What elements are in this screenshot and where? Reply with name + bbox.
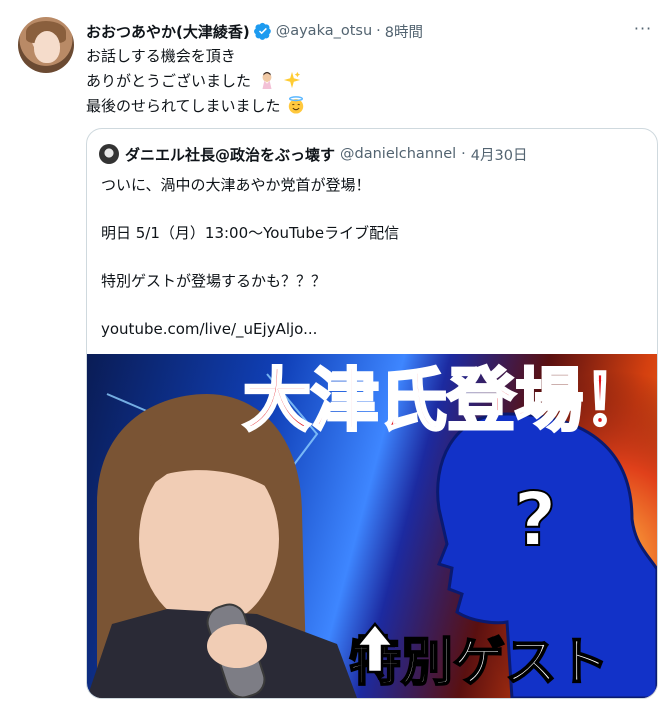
- sparkles-emoji: [283, 71, 300, 89]
- separator-dot: ·: [461, 146, 466, 162]
- quoted-link[interactable]: youtube.com/live/_uEjyAljo...: [101, 317, 641, 341]
- tweet-time[interactable]: 8時間: [385, 21, 423, 42]
- quoted-tweet-date: 4月30日: [470, 147, 528, 164]
- woman-hand: [207, 624, 267, 668]
- quoted-author-handle: @danielchannel: [340, 146, 457, 162]
- quoted-line-3: 特別ゲストが登場するかも？？？: [101, 272, 327, 290]
- quoted-tweet-header: ダニエル社長@政治をぶっ壊す @danielchannel · 4月30日: [99, 143, 527, 165]
- separator-dot: ·: [376, 23, 381, 39]
- smiling-halo-emoji: [289, 96, 304, 114]
- quoted-line-2: 明日 5/1（月）13:00〜YouTubeライブ配信: [101, 224, 400, 242]
- tweet[interactable]: おおつあやか(大津綾香) @ayaka_otsu · 8時間 ··· お話しする…: [0, 0, 663, 713]
- avatar-face: [34, 31, 60, 63]
- tweet-header: おおつあやか(大津綾香) @ayaka_otsu · 8時間: [86, 20, 649, 42]
- author-name[interactable]: おおつあやか(大津綾香): [86, 21, 250, 42]
- thumbnail-question-mark: ?: [513, 477, 558, 563]
- tweet-line-3-text: 最後のせられてしまいました: [86, 97, 281, 115]
- thumbnail-caption-row: 特別ゲスト: [348, 622, 610, 694]
- quoted-author-name: ダニエル社長@政治をぶっ壊す: [125, 145, 336, 164]
- thumbnail-headline: 大津氏登場！: [241, 361, 652, 443]
- up-arrow-icon: [355, 622, 395, 674]
- quoted-tweet-text: ついに、渦中の大津あやか党首が登場！ 明日 5/1（月）13:00〜YouTub…: [101, 173, 641, 341]
- pleading-hands-emoji: [262, 71, 272, 89]
- tweet-line-1: お話しする機会を頂き: [86, 47, 236, 65]
- tweet-line-3: 最後のせられてしまいました: [86, 94, 626, 119]
- author-avatar[interactable]: [18, 17, 74, 73]
- author-handle[interactable]: @ayaka_otsu: [276, 23, 372, 39]
- quoted-tweet[interactable]: ダニエル社長@政治をぶっ壊す @danielchannel · 4月30日 つい…: [86, 128, 658, 699]
- tweet-line-2-text: ありがとうございました: [86, 72, 252, 90]
- quoted-author-avatar: [99, 144, 119, 164]
- more-options-icon[interactable]: ···: [631, 16, 655, 40]
- quoted-line-1: ついに、渦中の大津あやか党首が登場！: [101, 176, 371, 194]
- video-thumbnail[interactable]: 大津氏登場！ ? 特別ゲスト: [87, 354, 657, 698]
- tweet-line-2: ありがとうございました: [86, 69, 626, 94]
- verified-badge-icon: [253, 22, 271, 40]
- tweet-text: お話しする機会を頂き ありがとうございました 最後のせられてしまいました: [86, 44, 626, 119]
